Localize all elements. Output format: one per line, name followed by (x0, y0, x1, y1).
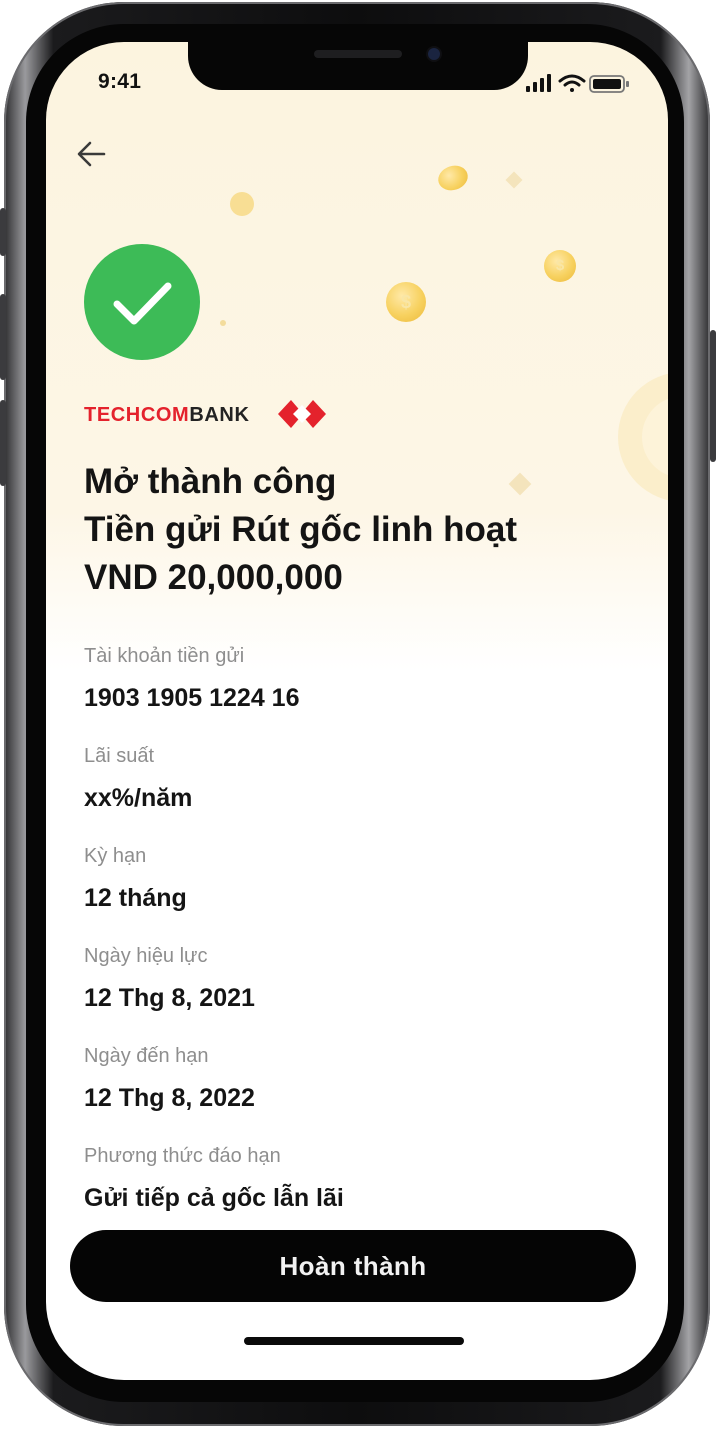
deposit-details: Tài khoản tiền gửi 1903 1905 1224 16 Lãi… (84, 644, 644, 1244)
detail-label: Lãi suất (84, 745, 155, 767)
brand-wordmark-red: TECHCOM (84, 404, 190, 426)
done-button[interactable]: Hoàn thành (70, 1230, 636, 1302)
power-button (710, 330, 716, 462)
detail-value: 12 Thg 8, 2022 (84, 1084, 255, 1112)
wifi-icon (558, 74, 586, 92)
detail-term: Kỳ hạn 12 tháng (84, 844, 644, 944)
battery-icon (589, 75, 629, 93)
decorative-dot (220, 320, 226, 326)
volume-up-button (0, 294, 6, 380)
app-screen: $ $ 9:41 TECHCOMBANK Mở thành công Tiền … (46, 42, 668, 1380)
detail-effective-date: Ngày hiệu lực 12 Thg 8, 2021 (84, 944, 644, 1044)
detail-value: xx%/năm (84, 784, 193, 812)
home-indicator[interactable] (244, 1337, 464, 1345)
earpiece-speaker (314, 50, 402, 58)
coin-icon: $ (386, 282, 426, 322)
detail-maturity-method: Phương thức đáo hạn Gửi tiếp cả gốc lẫn … (84, 1144, 644, 1244)
silent-switch (0, 208, 6, 256)
decorative-diamond (505, 171, 523, 189)
back-button[interactable] (72, 134, 112, 174)
techcombank-logo: TECHCOMBANK (84, 396, 344, 432)
cellular-signal-icon (526, 74, 551, 92)
detail-maturity-date: Ngày đến hạn 12 Thg 8, 2022 (84, 1044, 644, 1144)
checkmark-icon (113, 282, 172, 325)
detail-value: 12 Thg 8, 2021 (84, 984, 255, 1012)
front-camera (428, 48, 440, 60)
volume-down-button (0, 400, 6, 486)
detail-value: 12 tháng (84, 884, 187, 912)
coin-icon (435, 161, 471, 195)
success-headline: Mở thành công Tiền gửi Rút gốc linh hoạt… (84, 458, 644, 602)
status-icons (526, 74, 629, 93)
detail-interest-rate: Lãi suất xx%/năm (84, 744, 644, 844)
decorative-dot (230, 192, 254, 216)
detail-label: Kỳ hạn (84, 845, 147, 867)
detail-value: 1903 1905 1224 16 (84, 684, 300, 712)
detail-label: Ngày hiệu lực (84, 945, 208, 967)
deposit-amount: VND 20,000,000 (84, 558, 343, 597)
detail-account: Tài khoản tiền gửi 1903 1905 1224 16 (84, 644, 644, 744)
brand-wordmark: TECHCOMBANK (84, 404, 250, 427)
detail-label: Phương thức đáo hạn (84, 1145, 281, 1167)
product-name: Tiền gửi Rút gốc linh hoạt (84, 510, 518, 549)
detail-label: Tài khoản tiền gửi (84, 645, 245, 667)
arrow-left-icon (77, 141, 106, 167)
status-time: 9:41 (98, 70, 142, 93)
phone-notch (188, 42, 528, 90)
brand-wordmark-dark: BANK (189, 404, 250, 426)
success-badge (84, 244, 200, 360)
detail-label: Ngày đến hạn (84, 1045, 209, 1067)
coin-icon: $ (544, 250, 576, 282)
brand-mark-icon (278, 400, 326, 428)
detail-value: Gửi tiếp cả gốc lẫn lãi (84, 1184, 344, 1212)
success-title: Mở thành công (84, 462, 337, 501)
